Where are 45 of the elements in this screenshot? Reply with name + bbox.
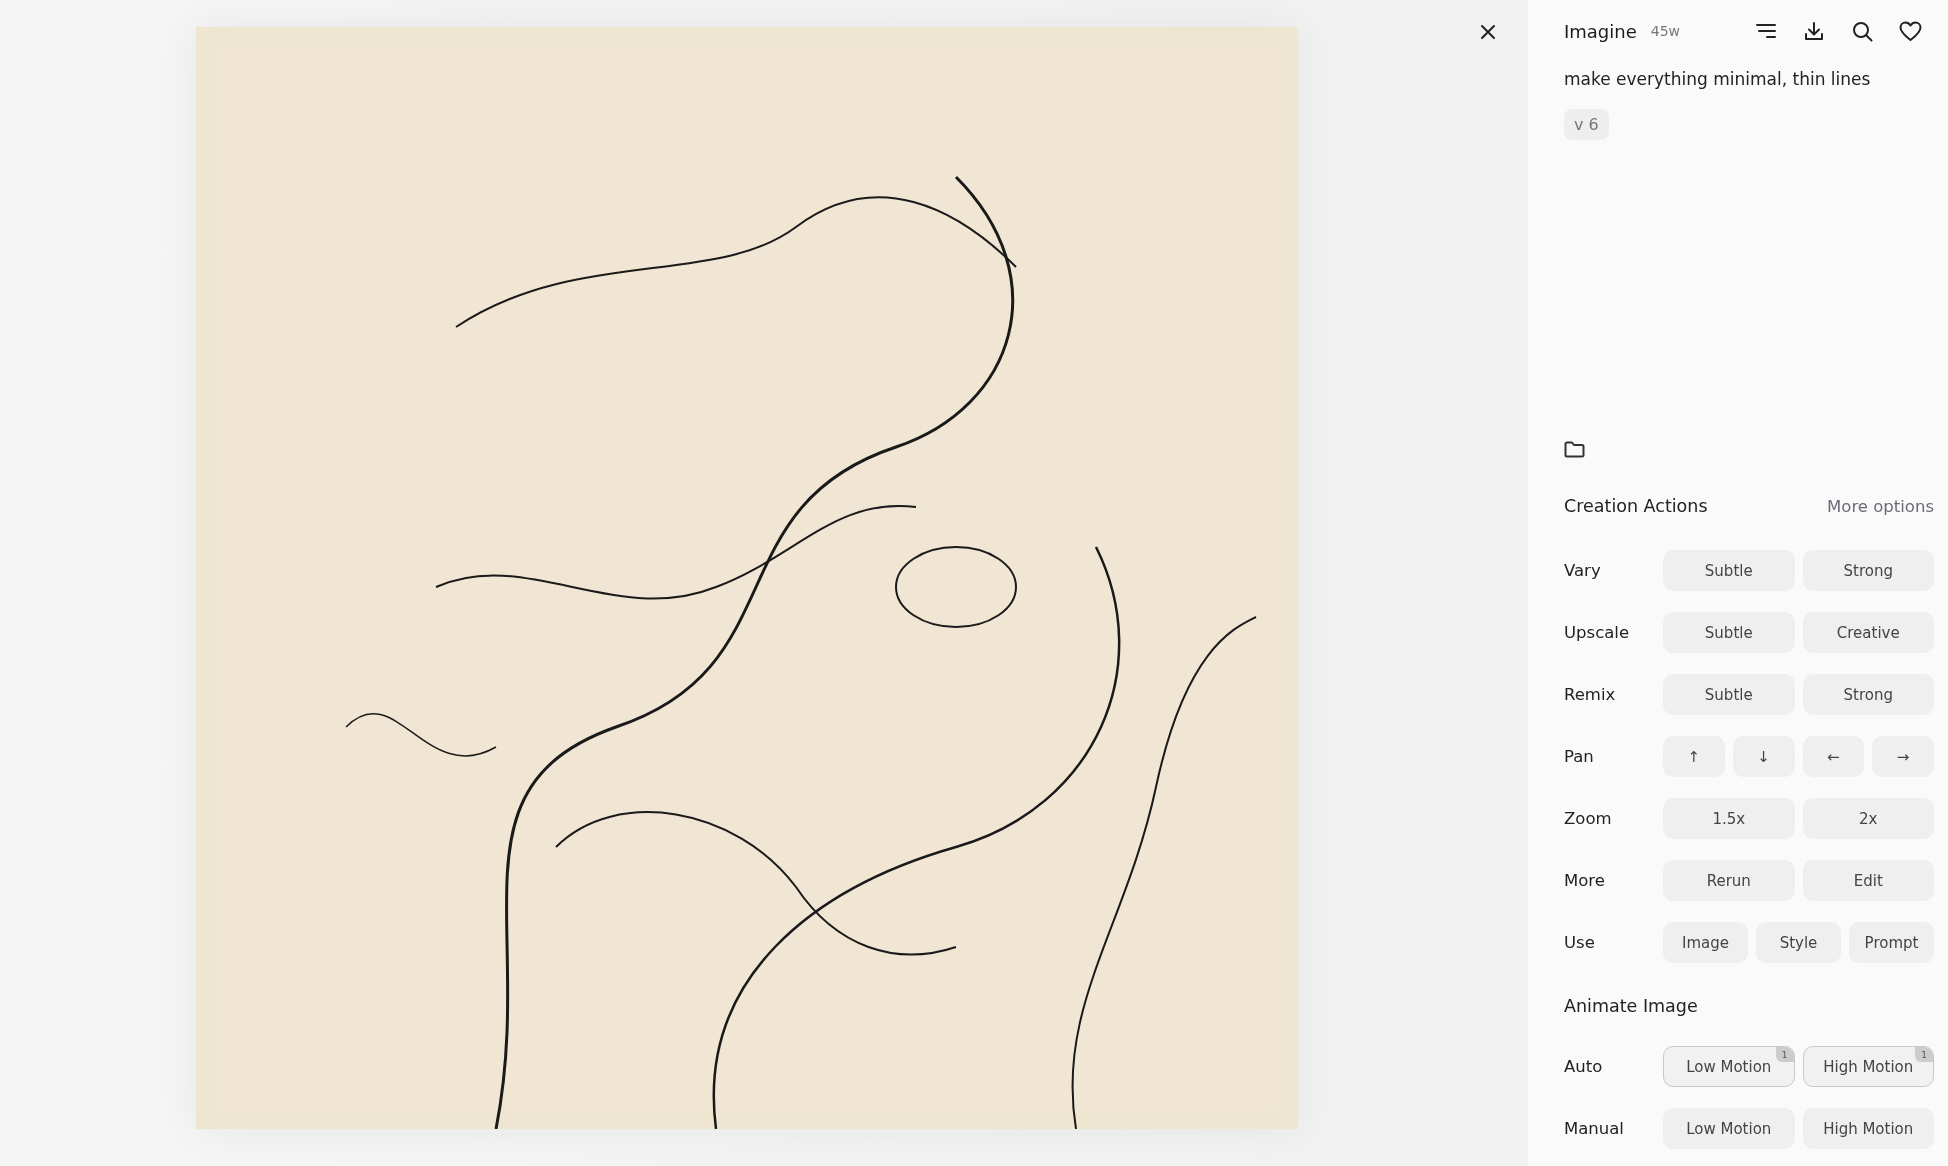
action-button[interactable]: Style — [1756, 922, 1841, 963]
action-button[interactable]: 2x — [1802, 798, 1934, 839]
count-badge: 1 — [1775, 1047, 1794, 1062]
action-button[interactable]: High Motion — [1802, 1108, 1934, 1149]
prompt-text: make everything minimal, thin lines — [1564, 69, 1872, 89]
folder-button[interactable] — [1564, 441, 1585, 458]
version-tag: v 6 — [1564, 109, 1609, 140]
action-button[interactable]: Low Motion — [1663, 1108, 1795, 1149]
row-label: Upscale — [1564, 623, 1631, 642]
row-label: Use — [1564, 933, 1596, 952]
action-button[interactable]: Edit — [1802, 860, 1934, 901]
action-button[interactable]: ↓ — [1732, 736, 1795, 777]
menu-icon — [1756, 23, 1776, 39]
row-label: Manual — [1564, 1119, 1625, 1138]
action-button[interactable]: Strong — [1802, 674, 1934, 715]
action-button[interactable]: Image — [1663, 922, 1748, 963]
action-button[interactable]: Strong — [1802, 550, 1934, 591]
action-button[interactable]: ↑ — [1663, 736, 1725, 777]
action-button[interactable]: ← — [1802, 736, 1865, 777]
more-options-link[interactable]: More options — [1827, 496, 1934, 516]
action-button[interactable]: Subtle — [1663, 550, 1795, 591]
row-label: Zoom — [1564, 809, 1613, 828]
section-heading: Animate Image — [1564, 996, 1698, 1016]
row-label: Remix — [1564, 685, 1617, 704]
search-icon — [1851, 20, 1873, 42]
action-button[interactable]: High Motion 1 — [1802, 1046, 1934, 1087]
count-badge: 1 — [1915, 1047, 1933, 1062]
age-label: 45w — [1650, 23, 1681, 39]
row-label: Pan — [1564, 747, 1595, 766]
action-button[interactable]: Subtle — [1663, 674, 1795, 715]
close-icon — [1479, 23, 1497, 41]
row-label: Auto — [1564, 1057, 1604, 1076]
row-label: Vary — [1564, 561, 1602, 580]
action-button[interactable]: Rerun — [1663, 860, 1795, 901]
action-button[interactable]: 1.5x — [1663, 798, 1795, 839]
section-heading: Creation Actions — [1564, 496, 1708, 516]
action-button[interactable]: Subtle — [1663, 612, 1795, 653]
action-button[interactable]: Prompt — [1849, 922, 1934, 963]
heart-icon — [1898, 20, 1922, 42]
action-button[interactable]: Low Motion 1 — [1663, 1046, 1795, 1087]
row-label: More — [1564, 871, 1606, 890]
app-title: Imagine — [1564, 20, 1637, 42]
download-icon — [1804, 21, 1824, 41]
action-button[interactable]: → — [1872, 736, 1934, 777]
action-button[interactable]: Creative — [1802, 612, 1934, 653]
